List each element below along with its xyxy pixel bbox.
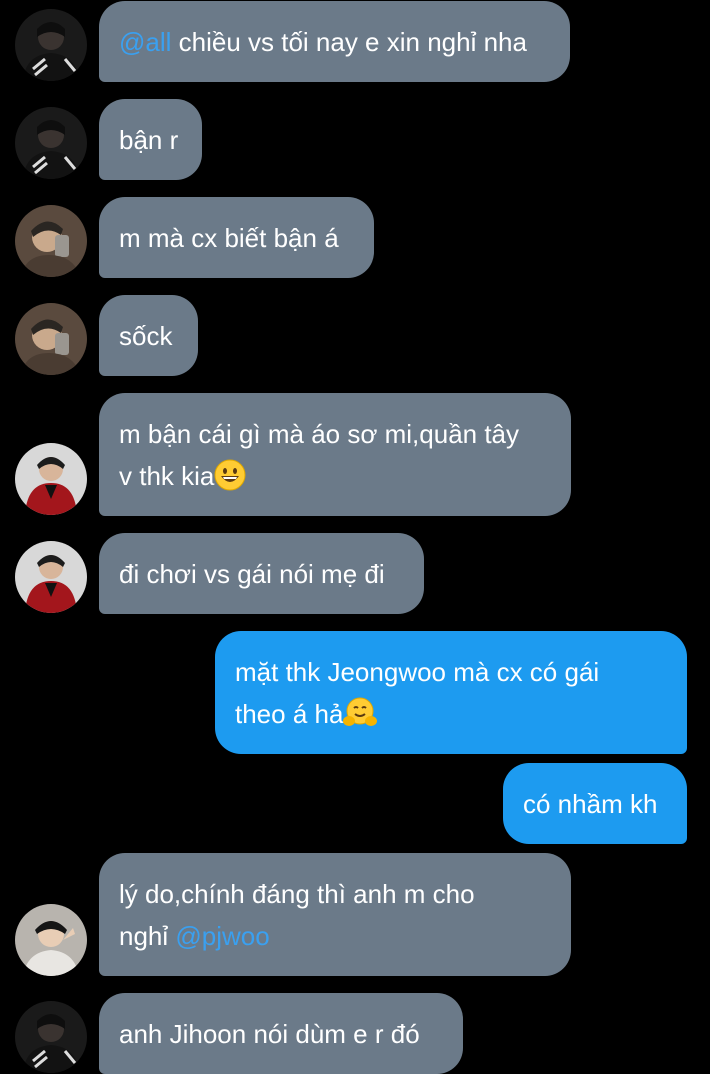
message-text: nghỉ [119,921,176,951]
avatar-user-a[interactable] [15,9,87,81]
avatar-user-c[interactable] [15,541,87,613]
message-text: m bận cái gì mà áo sơ mi,quần tây [119,419,520,449]
message-text: chiều vs tối nay e xin nghỉ nha [171,27,527,57]
message-text: m mà cx biết bận á [119,223,339,253]
message-text: lý do,chính đáng thì anh m cho [119,879,475,909]
avatar-user-a[interactable] [15,1001,87,1073]
message-bubble[interactable]: bận r [99,99,202,180]
mention-link[interactable]: @pjwoo [175,921,269,951]
avatar-user-d[interactable] [15,904,87,976]
message-text: v thk kia [119,461,215,491]
mention-link[interactable]: @all [119,27,171,57]
message-text: có nhầm kh [523,789,658,819]
avatar-user-c[interactable] [15,443,87,515]
avatar-user-b[interactable] [15,303,87,375]
message-text: đi chơi vs gái nói mẹ đi [119,559,385,589]
message-text: anh Jihoon nói dùm e r đó [119,1019,420,1049]
message-text: theo á hả [235,699,344,729]
message-bubble-outgoing[interactable]: mặt thk Jeongwoo mà cx có gái theo á hả [215,631,687,754]
message-bubble[interactable]: lý do,chính đáng thì anh m cho nghỉ @pjw… [99,853,571,976]
message-bubble[interactable]: m mà cx biết bận á [99,197,374,278]
avatar-user-a[interactable] [15,107,87,179]
message-bubble[interactable]: đi chơi vs gái nói mẹ đi [99,533,424,614]
message-bubble[interactable]: m bận cái gì mà áo sơ mi,quần tây v thk … [99,393,571,516]
avatar-user-b[interactable] [15,205,87,277]
message-bubble[interactable]: anh Jihoon nói dùm e r đó [99,993,463,1074]
message-bubble[interactable]: sốck [99,295,198,376]
message-text: sốck [119,321,173,351]
message-bubble-outgoing[interactable]: có nhầm kh [503,763,687,844]
hugging-face-emoji [343,697,378,741]
message-text: bận r [119,125,179,155]
message-text: mặt thk Jeongwoo mà cx có gái [235,657,600,687]
grinning-face-emoji [214,459,246,503]
message-bubble[interactable]: @all chiều vs tối nay e xin nghỉ nha [99,1,570,82]
